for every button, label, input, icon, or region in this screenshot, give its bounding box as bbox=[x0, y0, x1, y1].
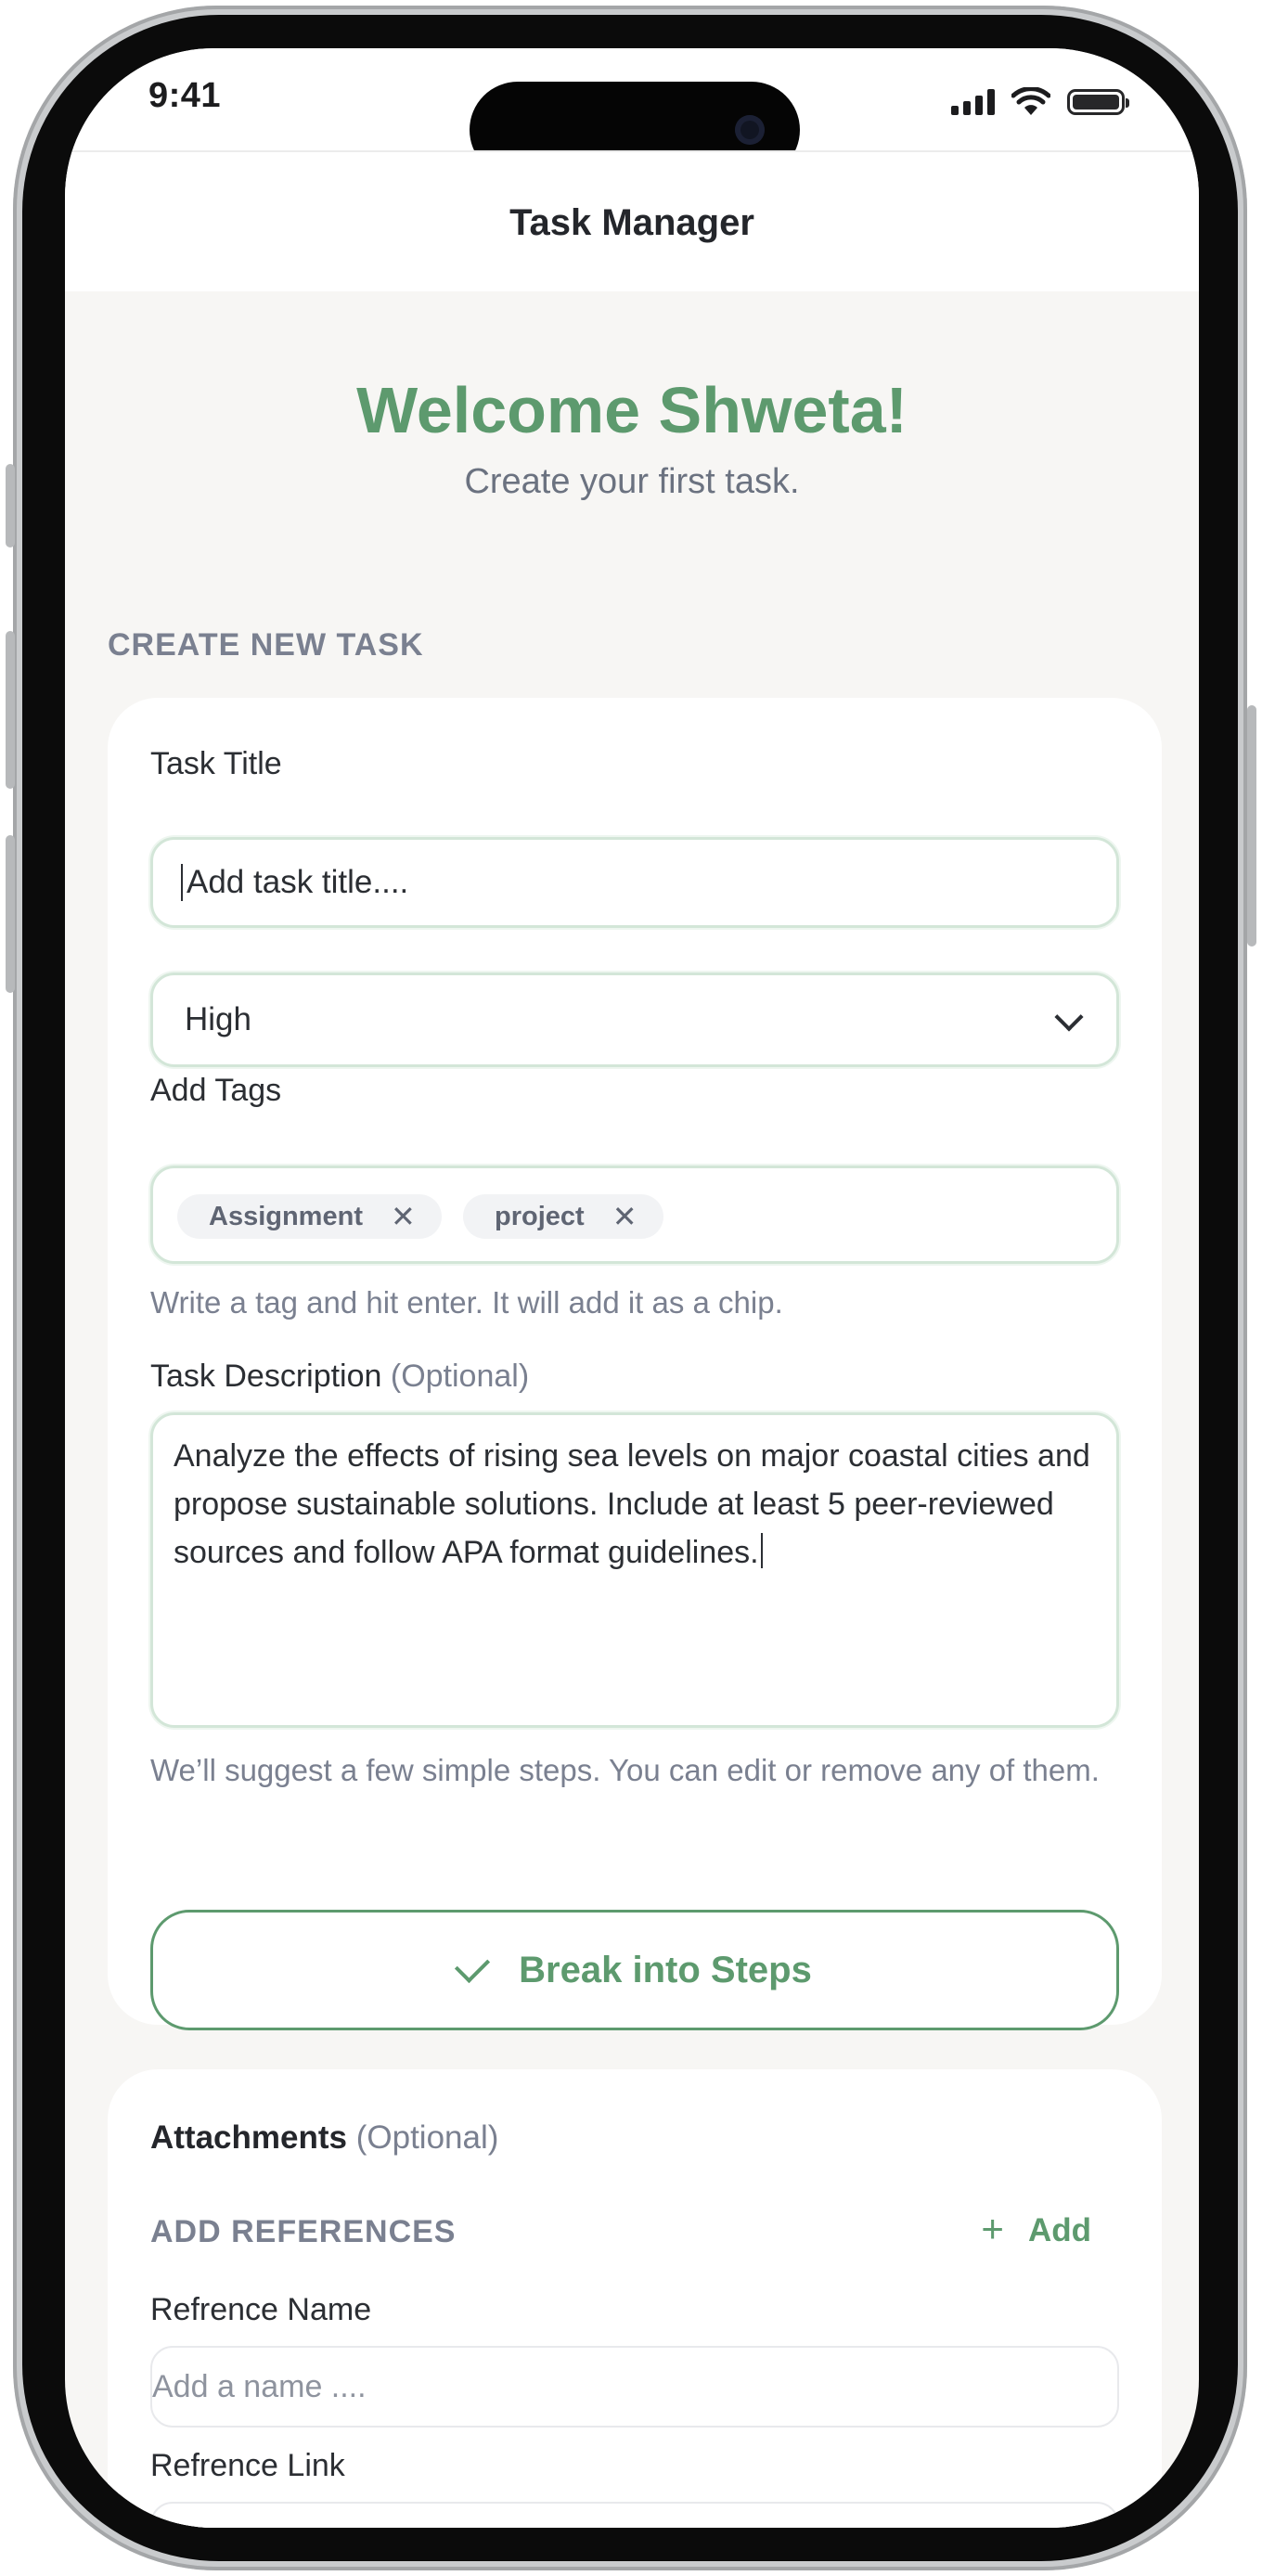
text-caret bbox=[760, 1533, 763, 1568]
welcome-subtitle: Create your first task. bbox=[464, 462, 800, 501]
attachments-card: Attachments (Optional) ADD REFERENCES + … bbox=[108, 2069, 1162, 2528]
add-reference-button[interactable]: + Add bbox=[981, 2207, 1091, 2250]
welcome-heading: Welcome Shweta! bbox=[356, 374, 908, 446]
cellular-signal-icon bbox=[951, 89, 995, 115]
check-icon bbox=[455, 1947, 491, 1984]
description-text: Analyze the effects of rising sea levels… bbox=[174, 1438, 1090, 1570]
task-title-input[interactable]: Add task title.... bbox=[150, 837, 1119, 928]
description-textarea[interactable]: Analyze the effects of rising sea levels… bbox=[150, 1412, 1119, 1728]
battery-icon bbox=[1067, 89, 1129, 115]
status-icons bbox=[951, 87, 1129, 117]
reference-link-input[interactable] bbox=[150, 2502, 1119, 2528]
tag-chip-label: project bbox=[495, 1201, 585, 1231]
volume-up-button bbox=[6, 631, 15, 789]
reference-name-input[interactable]: Add a name .... bbox=[150, 2346, 1119, 2428]
attachments-title: Attachments (Optional) bbox=[150, 2119, 499, 2156]
add-references-label: ADD REFERENCES bbox=[150, 2214, 457, 2249]
tags-input[interactable]: Assignment ✕ project ✕ bbox=[150, 1166, 1119, 1264]
tags-label: Add Tags bbox=[150, 1073, 282, 1108]
reference-name-label: Refrence Name bbox=[150, 2292, 372, 2327]
steps-helper-text: We’ll suggest a few simple steps. You ca… bbox=[150, 1753, 1100, 1787]
optional-label: (Optional) bbox=[390, 1359, 530, 1394]
tag-chip: project ✕ bbox=[463, 1194, 663, 1239]
priority-value: High bbox=[185, 1001, 251, 1037]
close-icon[interactable]: ✕ bbox=[391, 1199, 416, 1234]
action-button bbox=[6, 464, 15, 547]
plus-icon: + bbox=[981, 2207, 1004, 2250]
power-button bbox=[1247, 705, 1256, 947]
tags-helper-text: Write a tag and hit enter. It will add i… bbox=[150, 1285, 783, 1320]
reference-name-placeholder: Add a name .... bbox=[152, 2368, 367, 2404]
tag-chip: Assignment ✕ bbox=[177, 1194, 442, 1239]
task-title-placeholder: Add task title.... bbox=[187, 864, 409, 900]
add-reference-label: Add bbox=[1027, 2212, 1091, 2248]
create-task-card: Task Title Add task title.... High Add T… bbox=[108, 698, 1162, 2030]
close-icon[interactable]: ✕ bbox=[612, 1199, 637, 1234]
volume-down-button bbox=[6, 835, 15, 993]
text-caret bbox=[181, 864, 183, 901]
description-label: Task Description (Optional) bbox=[150, 1359, 530, 1394]
tag-chip-label: Assignment bbox=[209, 1201, 363, 1231]
navigation-bar: Task Manager bbox=[65, 150, 1199, 291]
page-title: Task Manager bbox=[509, 202, 754, 243]
section-label-create-task: CREATE NEW TASK bbox=[108, 627, 424, 663]
chevron-down-icon bbox=[1054, 1002, 1084, 1032]
break-into-steps-button[interactable]: Break into Steps bbox=[150, 1910, 1119, 2030]
phone-screen: 9:41 Task Manager Welcome Shweta! Create… bbox=[65, 48, 1199, 2528]
priority-select[interactable]: High bbox=[150, 972, 1119, 1067]
reference-link-label: Refrence Link bbox=[150, 2448, 345, 2483]
wifi-icon bbox=[1011, 87, 1050, 115]
task-title-label: Task Title bbox=[150, 746, 282, 781]
optional-label: (Optional) bbox=[355, 2119, 499, 2156]
break-into-steps-label: Break into Steps bbox=[519, 1949, 812, 1990]
status-time: 9:41 bbox=[148, 76, 222, 115]
front-camera bbox=[735, 115, 765, 145]
